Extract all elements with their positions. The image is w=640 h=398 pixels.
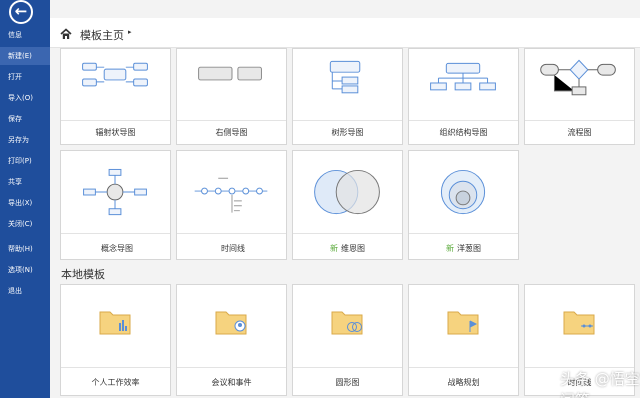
folder-timeline-icon bbox=[563, 311, 595, 335]
sidebar-item-save-as[interactable]: 另存为 bbox=[0, 131, 50, 149]
sidebar-item-open[interactable]: 打开 bbox=[0, 68, 50, 86]
back-arrow-icon[interactable]: ← bbox=[9, 0, 33, 24]
page-title: 模板主页 bbox=[80, 29, 124, 42]
template-card-org[interactable]: 组织结构导图 bbox=[408, 48, 519, 145]
sidebar-item-share[interactable]: 共享 bbox=[0, 173, 50, 191]
template-label: 圆形图 bbox=[335, 378, 360, 387]
flowchart-icon bbox=[540, 59, 616, 96]
sidebar-item-help[interactable]: 帮助(H) bbox=[0, 240, 50, 258]
card-divider bbox=[293, 367, 402, 368]
card-divider bbox=[409, 233, 518, 234]
main-content: 模板主页 ▸ 辐射状导图 右侧导图 树形导图 组织结构导图 流程图 概念导图 时… bbox=[50, 0, 640, 398]
template-card-timeline[interactable]: 时间线 bbox=[176, 150, 287, 260]
onion-icon bbox=[440, 169, 486, 215]
home-icon[interactable] bbox=[60, 28, 72, 40]
template-card-right-map[interactable]: 右侧导图 bbox=[176, 48, 287, 145]
watermark: 头条 @悟空问答 bbox=[560, 370, 640, 398]
template-label: 右侧导图 bbox=[215, 128, 248, 137]
sidebar-item-export[interactable]: 导出(X) bbox=[0, 194, 50, 212]
template-card-radial[interactable]: 辐射状导图 bbox=[60, 48, 171, 145]
card-divider bbox=[177, 233, 286, 234]
card-divider bbox=[409, 367, 518, 368]
card-divider bbox=[61, 367, 170, 368]
template-card-concept[interactable]: 概念导图 bbox=[60, 150, 171, 260]
template-card-venn[interactable]: 新维恩图 bbox=[292, 150, 403, 260]
local-template-card[interactable]: 圆形图 bbox=[292, 284, 403, 396]
template-label: 概念导图 bbox=[101, 244, 133, 253]
breadcrumb: 模板主页 ▸ bbox=[50, 18, 640, 48]
card-divider bbox=[61, 120, 170, 121]
card-divider bbox=[177, 120, 286, 121]
chevron-right-icon: ▸ bbox=[128, 28, 132, 36]
template-card-tree[interactable]: 树形导图 bbox=[292, 48, 403, 145]
radial-map-icon bbox=[82, 62, 148, 87]
concept-map-icon bbox=[83, 168, 147, 216]
template-card-flowchart[interactable]: 流程图 bbox=[524, 48, 635, 145]
local-template-card[interactable]: 个人工作效率 bbox=[60, 284, 171, 396]
sidebar-item-info[interactable]: 信息 bbox=[0, 26, 50, 44]
template-label: 树形导图 bbox=[331, 128, 364, 137]
sidebar-item-options[interactable]: 选项(N) bbox=[0, 261, 50, 279]
card-divider bbox=[293, 120, 402, 121]
template-label: 时间线 bbox=[221, 244, 245, 253]
template-label: 战略规划 bbox=[447, 378, 480, 387]
folder-user-icon bbox=[215, 311, 247, 335]
folder-flag-icon bbox=[447, 311, 479, 335]
card-divider bbox=[177, 367, 286, 368]
folder-circles-icon bbox=[331, 311, 363, 335]
venn-icon bbox=[314, 169, 380, 215]
sidebar-item-exit[interactable]: 退出 bbox=[0, 282, 50, 300]
sidebar-item-new[interactable]: 新建(E) bbox=[0, 47, 50, 65]
sidebar-item-print[interactable]: 打印(P) bbox=[0, 152, 50, 170]
template-label: 新维恩图 bbox=[330, 244, 365, 253]
template-label: 组织结构导图 bbox=[439, 128, 488, 137]
card-divider bbox=[525, 120, 634, 121]
template-label: 辐射状导图 bbox=[95, 128, 136, 137]
org-chart-icon bbox=[430, 62, 496, 91]
folder-chart-icon bbox=[99, 311, 131, 335]
template-label: 会议和事件 bbox=[211, 378, 252, 387]
card-divider bbox=[409, 120, 518, 121]
template-label: 个人工作效率 bbox=[91, 378, 140, 387]
local-template-card[interactable]: 战略规划 bbox=[408, 284, 519, 396]
local-template-card[interactable]: 会议和事件 bbox=[176, 284, 287, 396]
local-templates-heading: 本地模板 bbox=[61, 268, 105, 281]
tree-map-icon bbox=[329, 60, 361, 94]
template-label: 流程图 bbox=[567, 128, 592, 137]
sidebar-item-save[interactable]: 保存 bbox=[0, 110, 50, 128]
sidebar: ← 信息 新建(E) 打开 导入(O) 保存 另存为 打印(P) 共享 导出(X… bbox=[0, 0, 50, 398]
sidebar-item-import[interactable]: 导入(O) bbox=[0, 89, 50, 107]
template-label: 新洋葱图 bbox=[446, 244, 481, 253]
template-card-onion[interactable]: 新洋葱图 bbox=[408, 150, 519, 260]
right-map-icon bbox=[198, 66, 262, 81]
card-divider bbox=[61, 233, 170, 234]
card-divider bbox=[293, 233, 402, 234]
sidebar-item-close[interactable]: 关闭(C) bbox=[0, 215, 50, 233]
timeline-icon bbox=[194, 177, 268, 213]
